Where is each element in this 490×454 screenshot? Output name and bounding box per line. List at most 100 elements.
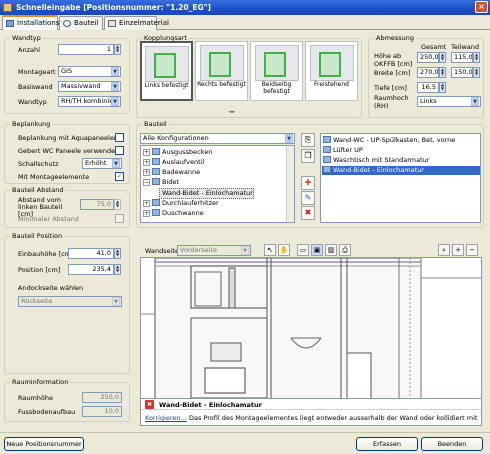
schallschutz-value: Erhöht	[85, 159, 107, 167]
chevron-down-icon: ▼	[111, 82, 119, 91]
title-bar: Schnelleingabe [Positionsnummer: "1.20_E…	[0, 0, 490, 15]
abstand-input[interactable]: 75,0	[80, 199, 114, 210]
konfiguration-filter-select[interactable]: Alle Konfigurationen ▼	[140, 133, 295, 144]
add-component-icon[interactable]: ⎘	[301, 133, 315, 147]
copy-component-icon[interactable]: ❐	[301, 149, 315, 163]
position-input[interactable]: 235,4	[68, 264, 114, 275]
tree-item-ausgussbecken[interactable]: + Ausgussbecken	[143, 148, 212, 157]
tab-einzelmaterial[interactable]: Einzelmaterial	[104, 16, 169, 30]
expand-icon[interactable]: +	[143, 149, 150, 156]
plus-icon[interactable]: ✚	[301, 176, 315, 190]
chevron-down-icon: ▼	[471, 97, 479, 106]
anzahl-input[interactable]: 1	[58, 44, 114, 55]
print-icon[interactable]: ⎙	[339, 244, 351, 256]
position-spinner[interactable]: ▲ ▼	[114, 264, 121, 275]
aquapaneele-checkbox[interactable]	[115, 133, 124, 142]
expand-icon[interactable]: +	[143, 210, 150, 217]
list-item[interactable]: Wand-WC - UP-Spülkasten, Bet. vorne	[323, 136, 455, 145]
fussboden-label: Fussbodenaufbau	[18, 408, 76, 416]
tree-label: Durchlauferhitzer	[162, 199, 219, 207]
anzahl-label: Anzahl	[18, 46, 40, 54]
breite-teilwand-input[interactable]: 150,0	[451, 67, 473, 78]
tree-item-auslaufventil[interactable]: + Auslaufventil	[143, 158, 204, 167]
tree-item-duschwanne[interactable]: + Duschwanne	[143, 209, 204, 218]
montageart-select[interactable]: GIS ▼	[58, 66, 121, 77]
breite-teilwand-spinner[interactable]: ▲ ▼	[473, 67, 480, 78]
erfassen-button[interactable]: Erfassen	[356, 437, 418, 451]
edit-icon[interactable]: ✎	[301, 191, 315, 205]
tree-item-bidet[interactable]: − Bidet	[143, 178, 179, 187]
hoehe-teilwand-spinner[interactable]: ▲ ▼	[473, 52, 480, 63]
korrigieren-link[interactable]: Korrigieren...	[145, 414, 187, 422]
wc-paneele-label: Gebert WC Paneele verwenden	[18, 147, 120, 155]
einbauhoehe-spinner[interactable]: ▲ ▼	[114, 248, 121, 259]
list-item[interactable]: Lüfter UP	[323, 146, 363, 155]
view-3d-icon[interactable]: ▣	[311, 244, 323, 256]
tab-bauteil[interactable]: Bauteil	[59, 16, 103, 30]
group-title: Beplankung	[10, 120, 53, 129]
hoehe-gesamt-spinner[interactable]: ▲ ▼	[439, 52, 446, 63]
wall-drawing	[141, 258, 481, 404]
close-button[interactable]: ×	[475, 1, 488, 13]
wandseite-select[interactable]: Vorderseite ▼	[177, 245, 251, 256]
view-front-icon[interactable]: ▭	[297, 244, 309, 256]
tree-item-durchlauferhitzer[interactable]: + Durchlauferhitzer	[143, 199, 219, 208]
pan-icon[interactable]: ✋	[278, 244, 290, 256]
error-header: ✖ Wand-Bidet - Einlochamatur	[141, 399, 481, 410]
chevron-down-icon: ▼	[112, 159, 120, 168]
einbauhoehe-input[interactable]: 41,0	[68, 248, 114, 259]
hoehe-gesamt-input[interactable]: 250,0	[417, 52, 439, 63]
chevron-down-icon: ▼	[241, 246, 249, 255]
delete-icon[interactable]: ✖	[301, 206, 315, 220]
basiswand-value: Massivwand	[61, 82, 101, 90]
wandtyp-value: RH/TH kombiniert	[61, 97, 119, 105]
view-side-icon[interactable]: ▥	[325, 244, 337, 256]
tiefe-input[interactable]: 16,5	[417, 82, 439, 93]
collapse-icon[interactable]: −	[143, 179, 150, 186]
cursor-icon[interactable]: ↖	[264, 244, 276, 256]
minimaler-checkbox[interactable]	[115, 214, 124, 223]
hoehe-teilwand-input[interactable]: 115,0	[451, 52, 473, 63]
breite-gesamt-spinner[interactable]: ▲ ▼	[439, 67, 446, 78]
washbasin-icon	[323, 156, 331, 163]
breite-label: Breite [cm]	[374, 69, 411, 77]
wall-drawing-canvas[interactable]	[140, 257, 482, 405]
anzahl-spinner[interactable]: ▲ ▼	[114, 44, 121, 55]
abstand-spinner[interactable]: ▲ ▼	[114, 199, 121, 210]
expand-icon[interactable]: +	[143, 200, 150, 207]
montageelemente-checkbox[interactable]: ✓	[115, 172, 124, 181]
raumhoch-select[interactable]: Links ▼	[417, 96, 481, 107]
andockseite-select[interactable]: Rückseite ▼	[18, 296, 122, 307]
kopplung-links[interactable]: Links befestigt	[140, 41, 193, 101]
tree-label: Badewanne	[162, 168, 201, 176]
group-title: Bauteil Abstand	[10, 186, 66, 195]
zoom-fit-icon[interactable]: ⌕	[438, 244, 450, 256]
new-position-button[interactable]: Neue Positionsnummer	[4, 437, 84, 451]
zoom-out-icon[interactable]: −	[466, 244, 478, 256]
tiefe-spinner[interactable]: ▲ ▼	[439, 82, 446, 93]
list-item[interactable]: Waschtisch mit Standarmatur	[323, 156, 429, 165]
list-item-selected[interactable]: Wand-Bidet - Einlochamatur	[322, 166, 480, 175]
list-item-label: Wand-WC - UP-Spülkasten, Bet. vorne	[333, 136, 456, 144]
tab-installationswand[interactable]: Installationswand	[2, 15, 78, 30]
kopplung-beidseitig[interactable]: Beidseitig befestigt	[250, 41, 303, 101]
expand-icon[interactable]: +	[143, 169, 150, 176]
kopplung-freistehend[interactable]: Freistehend	[305, 41, 358, 101]
expand-icon[interactable]: +	[143, 159, 150, 166]
wall-free-icon	[309, 45, 354, 81]
wc-paneele-checkbox[interactable]	[115, 146, 124, 155]
wandtyp-select[interactable]: RH/TH kombiniert ▼	[58, 96, 121, 107]
tree-item-wand-bidet[interactable]: Wand-Bidet - Einlochamatur	[159, 188, 254, 199]
kopplung-scroll-ticks[interactable]: ◄►	[228, 109, 236, 115]
breite-gesamt-input[interactable]: 270,0	[417, 67, 439, 78]
error-panel: ✖ Wand-Bidet - Einlochamatur Korrigieren…	[140, 398, 482, 426]
wandseite-value: Vorderseite	[180, 246, 218, 254]
position-label: Position [cm]	[18, 266, 61, 274]
kopplung-rechts[interactable]: Rechts befestigt	[195, 41, 248, 101]
beenden-button[interactable]: Beenden	[421, 437, 483, 451]
basiswand-select[interactable]: Massivwand ▼	[58, 81, 121, 92]
tree-item-badewanne[interactable]: + Badewanne	[143, 168, 200, 177]
tree-scrollbar[interactable]	[286, 146, 294, 222]
zoom-in-icon[interactable]: +	[452, 244, 464, 256]
schallschutz-select[interactable]: Erhöht ▼	[82, 158, 122, 169]
